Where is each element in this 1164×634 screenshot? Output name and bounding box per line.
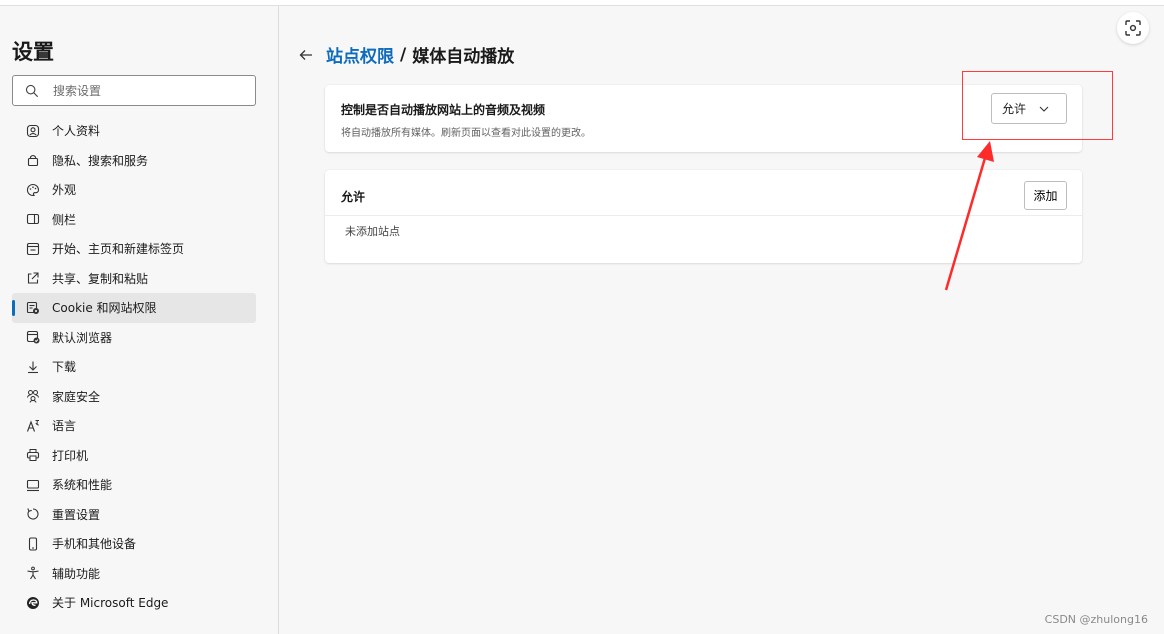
screenshot-button[interactable] [1117, 12, 1149, 44]
sidebar-title: 设置 [12, 40, 54, 64]
edge-icon [26, 596, 40, 610]
cookie-icon [26, 301, 40, 315]
profile-icon [26, 124, 40, 138]
sidebar-item-sidebar[interactable]: 侧栏 [12, 205, 256, 235]
sidebar-item-label: 手机和其他设备 [52, 537, 137, 552]
download-icon [26, 360, 40, 374]
sidebar-item-family[interactable]: 家庭安全 [12, 382, 256, 412]
sidebar-item-downloads[interactable]: 下载 [12, 352, 256, 382]
sidebar-item-label: 语言 [52, 419, 77, 434]
screenshot-icon [1125, 20, 1141, 36]
printer-icon [26, 448, 40, 462]
sidebar-item-label: 共享、复制和粘贴 [52, 271, 149, 286]
breadcrumb-site-permissions[interactable]: 站点权限 [326, 42, 394, 67]
sidebar-item-reset[interactable]: 重置设置 [12, 500, 256, 530]
reset-icon [26, 507, 40, 521]
language-icon [26, 419, 40, 433]
palette-icon [26, 183, 40, 197]
back-arrow-icon[interactable] [298, 47, 314, 63]
sidebar-item-system[interactable]: 系统和性能 [12, 470, 256, 500]
sidebar-item-label: Cookie 和网站权限 [52, 301, 157, 316]
autoplay-setting-description: 将自动播放所有媒体。刷新页面以查看对此设置的更改。 [341, 128, 591, 139]
accessibility-icon [26, 566, 40, 580]
home-icon [26, 242, 40, 256]
allow-list-title: 允许 [341, 190, 366, 204]
sidebar-item-cookies[interactable]: Cookie 和网站权限 [12, 293, 256, 323]
breadcrumb-separator: / [400, 44, 407, 65]
sidebar-item-label: 下载 [52, 360, 77, 375]
sidebar-item-language[interactable]: 语言 [12, 411, 256, 441]
sidebar-item-label: 辅助功能 [52, 566, 101, 581]
search-input[interactable] [53, 83, 243, 98]
family-icon [26, 389, 40, 403]
sidebar-item-accessibility[interactable]: 辅助功能 [12, 559, 256, 589]
sidebar-item-label: 打印机 [52, 448, 89, 463]
sidebar-item-default-browser[interactable]: 默认浏览器 [12, 323, 256, 353]
add-site-button[interactable]: 添加 [1024, 181, 1067, 210]
browser-icon [26, 330, 40, 344]
sidebar-item-label: 侧栏 [52, 212, 77, 227]
sidebar-item-label: 家庭安全 [52, 389, 101, 404]
system-icon [26, 478, 40, 492]
lock-icon [26, 153, 40, 167]
sidebar-item-label: 隐私、搜索和服务 [52, 153, 149, 168]
sidebar-item-profile[interactable]: 个人资料 [12, 116, 256, 146]
sidebar-item-start-home[interactable]: 开始、主页和新建标签页 [12, 234, 256, 264]
autoplay-setting-title: 控制是否自动播放网站上的音频及视频 [341, 103, 546, 117]
sidebar-item-share[interactable]: 共享、复制和粘贴 [12, 264, 256, 294]
settings-sidebar: 设置 个人资料 隐私、搜索和服务 外观 侧栏 开始、主页和新建标签页 [0, 6, 279, 634]
search-box[interactable] [12, 75, 256, 106]
share-icon [26, 271, 40, 285]
page-header: 站点权限 / 媒体自动播放 [298, 42, 514, 67]
annotation-arrow [944, 141, 994, 291]
sidebar-item-label: 系统和性能 [52, 478, 113, 493]
sidebar-item-phone[interactable]: 手机和其他设备 [12, 529, 256, 559]
sidebar-item-printers[interactable]: 打印机 [12, 441, 256, 471]
page-title: 媒体自动播放 [412, 47, 515, 67]
sidebar-item-privacy[interactable]: 隐私、搜索和服务 [12, 146, 256, 176]
phone-icon [26, 537, 40, 551]
sidebar-item-label: 个人资料 [52, 124, 101, 139]
search-icon [25, 84, 39, 97]
sidebar-item-label: 重置设置 [52, 507, 101, 522]
watermark: CSDN @zhulong16 [1044, 613, 1148, 626]
sidebar-nav: 个人资料 隐私、搜索和服务 外观 侧栏 开始、主页和新建标签页 共享、复制和粘贴… [12, 116, 256, 618]
sidebar-item-about[interactable]: 关于 Microsoft Edge [12, 588, 256, 618]
sidebar-item-label: 开始、主页和新建标签页 [52, 242, 185, 257]
empty-list-text: 未添加站点 [345, 225, 400, 238]
annotation-highlight-box [962, 71, 1113, 140]
sidebar-item-appearance[interactable]: 外观 [12, 175, 256, 205]
sidebar-item-label: 关于 Microsoft Edge [52, 596, 169, 611]
sidebar-item-label: 外观 [52, 183, 77, 198]
sidebar-icon [26, 212, 40, 226]
sidebar-item-label: 默认浏览器 [52, 330, 113, 345]
